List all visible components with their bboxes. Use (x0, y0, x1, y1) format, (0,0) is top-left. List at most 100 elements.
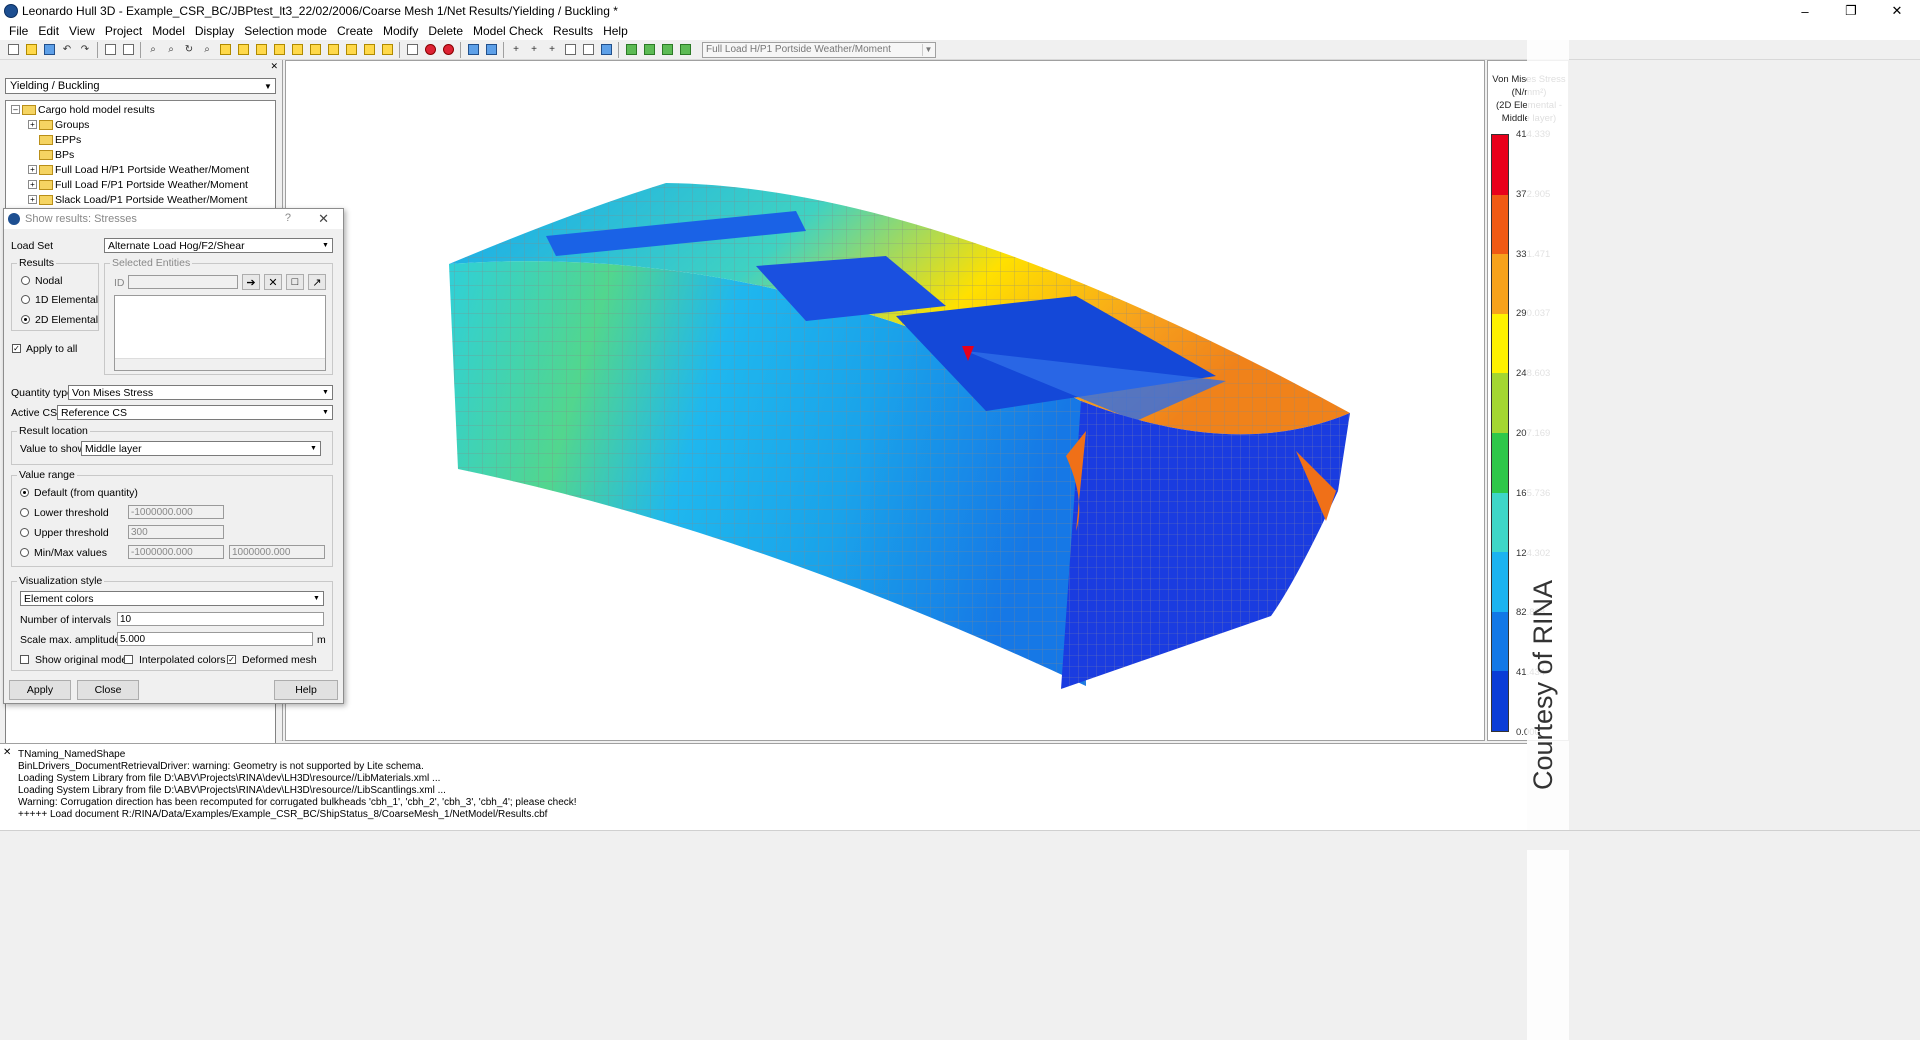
3d-viewport[interactable] (285, 60, 1485, 741)
menu-project[interactable]: Project (100, 24, 147, 38)
tree-item-bps[interactable]: BPs (39, 147, 74, 162)
interpolated-colors-checkbox[interactable] (124, 655, 133, 664)
select-element-icon[interactable] (562, 42, 578, 58)
radio-2d-elemental[interactable] (21, 315, 30, 324)
menu-view[interactable]: View (64, 24, 100, 38)
load-set-dropdown[interactable]: Alternate Load Hog/F2/Shear ▼ (104, 238, 333, 253)
results-type-dropdown[interactable]: Yielding / Buckling ▼ (5, 78, 276, 94)
view-right-icon[interactable] (343, 42, 359, 58)
max-value-input[interactable]: 1000000.000 (229, 545, 325, 559)
select-all-icon[interactable] (598, 42, 614, 58)
selected-entities-list[interactable] (114, 295, 326, 371)
radio-range-upper[interactable] (20, 528, 29, 537)
minimize-button[interactable]: – (1782, 0, 1828, 22)
view-iso-icon[interactable] (361, 42, 377, 58)
save-icon[interactable] (41, 42, 57, 58)
delete-x-icon[interactable]: ✕ (264, 274, 282, 290)
quantity-type-dropdown[interactable]: Von Mises Stress ▼ (68, 385, 333, 400)
zoom-icon[interactable]: ⌕ (145, 42, 161, 58)
radio-range-default[interactable] (20, 488, 29, 497)
maximize-button[interactable]: ❐ (1828, 0, 1874, 22)
view-left-icon[interactable] (325, 42, 341, 58)
menu-model-check[interactable]: Model Check (468, 24, 548, 38)
expand-icon[interactable]: + (28, 120, 37, 129)
results-last-icon[interactable] (677, 42, 693, 58)
collapse-icon[interactable]: – (11, 105, 20, 114)
view-bottom-icon[interactable] (307, 42, 323, 58)
panel-close-icon[interactable]: ✕ (270, 61, 278, 72)
results-first-icon[interactable] (659, 42, 675, 58)
window-icon[interactable] (102, 42, 118, 58)
radio-range-minmax[interactable] (20, 548, 29, 557)
view-top-icon[interactable] (289, 42, 305, 58)
scale-amplitude-stepper[interactable]: 5.000 (117, 632, 313, 646)
select-solid-icon[interactable] (580, 42, 596, 58)
num-intervals-stepper[interactable]: 10 (117, 612, 324, 626)
menu-create[interactable]: Create (332, 24, 378, 38)
select-window-icon[interactable] (120, 42, 136, 58)
deformed-mesh-checkbox[interactable]: ✓ (227, 655, 236, 664)
tree-item-epps[interactable]: EPPs (39, 132, 81, 147)
radio-1d-elemental[interactable] (21, 295, 30, 304)
arrow-right-icon[interactable]: ➔ (242, 274, 260, 290)
radio-range-lower[interactable] (20, 508, 29, 517)
list-horizontal-scrollbar[interactable] (115, 358, 325, 370)
help-button[interactable]: Help (274, 680, 338, 700)
select-node-icon[interactable]: + (508, 42, 524, 58)
mesh-icon[interactable] (465, 42, 481, 58)
pan-icon[interactable] (217, 42, 233, 58)
view-axo-icon[interactable] (379, 42, 395, 58)
results-next-icon[interactable] (641, 42, 657, 58)
select-edge-icon[interactable]: + (526, 42, 542, 58)
dialog-close-icon[interactable]: ✕ (318, 211, 329, 227)
redo-icon[interactable]: ↷ (77, 42, 93, 58)
mesh-display-icon[interactable] (483, 42, 499, 58)
new-file-icon[interactable] (5, 42, 21, 58)
menu-delete[interactable]: Delete (423, 24, 468, 38)
view-front-icon[interactable] (253, 42, 269, 58)
dialog-help-icon[interactable]: ? (285, 212, 291, 224)
menu-selection-mode[interactable]: Selection mode (239, 24, 332, 38)
open-folder-icon[interactable] (23, 42, 39, 58)
expand-icon[interactable]: + (28, 165, 37, 174)
menu-help[interactable]: Help (598, 24, 633, 38)
tree-item-groups[interactable]: + Groups (28, 117, 89, 132)
menu-results[interactable]: Results (548, 24, 598, 38)
loadcase-dropdown[interactable]: Full Load H/P1 Portside Weather/Moment ▼ (702, 41, 936, 58)
upper-threshold-input[interactable]: 300 (128, 525, 224, 539)
square-icon[interactable]: □ (286, 274, 304, 290)
zoom-in-icon[interactable]: ⌕ (199, 42, 215, 58)
id-input[interactable] (128, 275, 238, 289)
select-face-icon[interactable]: + (544, 42, 560, 58)
close-button[interactable]: Close (77, 680, 139, 700)
rotate-icon[interactable]: ↻ (181, 42, 197, 58)
min-value-input[interactable]: -1000000.000 (128, 545, 224, 559)
visualization-style-dropdown[interactable]: Element colors ▼ (20, 591, 324, 606)
tree-item-loadcase[interactable]: + Full Load H/P1 Portside Weather/Moment (28, 162, 249, 177)
delete-results-icon[interactable] (440, 42, 456, 58)
active-cs-dropdown[interactable]: Reference CS ▼ (57, 405, 333, 420)
menu-edit[interactable]: Edit (33, 24, 64, 38)
view-back-icon[interactable] (271, 42, 287, 58)
apply-to-all-checkbox[interactable]: ✓ (12, 344, 21, 353)
menu-model[interactable]: Model (147, 24, 190, 38)
tree-item-loadcase[interactable]: + Full Load F/P1 Portside Weather/Moment (28, 177, 248, 192)
fit-icon[interactable] (235, 42, 251, 58)
radio-nodal[interactable] (21, 276, 30, 285)
shading-icon[interactable] (404, 42, 420, 58)
expand-icon[interactable]: + (28, 195, 37, 204)
apply-button[interactable]: Apply (9, 680, 71, 700)
expand-icon[interactable]: + (28, 180, 37, 189)
show-original-checkbox[interactable] (20, 655, 29, 664)
console-close-icon[interactable]: ✕ (3, 747, 11, 758)
menu-file[interactable]: File (4, 24, 33, 38)
tree-item-loadcase[interactable]: + Slack Load/P1 Portside Weather/Moment (28, 192, 247, 207)
zoom-window-icon[interactable]: ⌕ (163, 42, 179, 58)
lower-threshold-input[interactable]: -1000000.000 (128, 505, 224, 519)
results-prev-icon[interactable] (623, 42, 639, 58)
undo-icon[interactable]: ↶ (59, 42, 75, 58)
menu-modify[interactable]: Modify (378, 24, 423, 38)
menu-display[interactable]: Display (190, 24, 239, 38)
stop-icon[interactable] (422, 42, 438, 58)
close-button[interactable]: ✕ (1874, 0, 1920, 22)
